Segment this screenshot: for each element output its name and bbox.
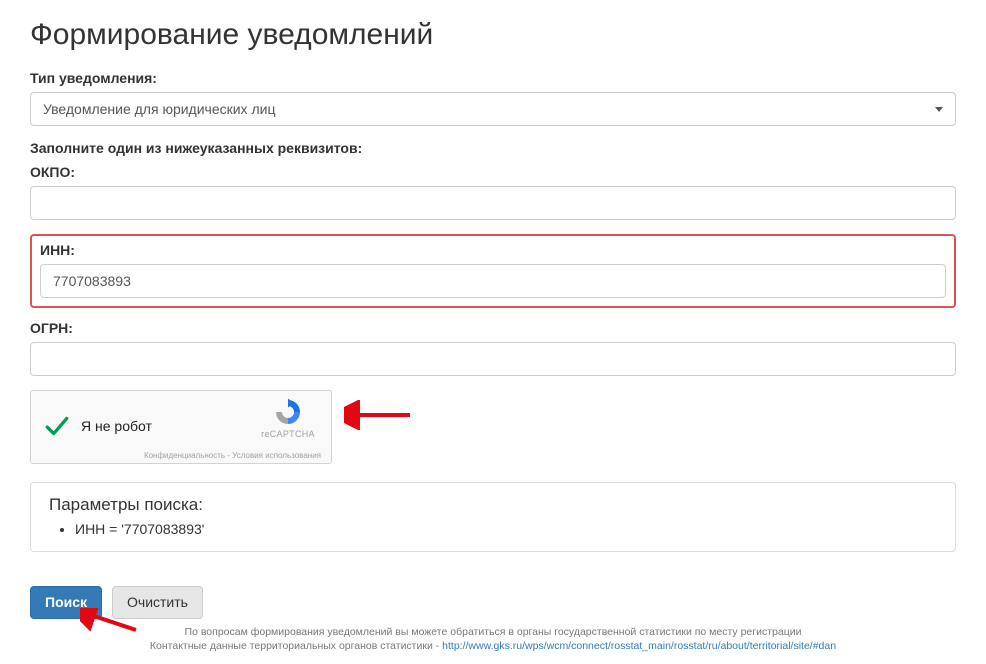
page-title: Формирование уведомлений xyxy=(30,18,956,52)
footer-line1: По вопросам формирования уведомлений вы … xyxy=(30,625,956,640)
inn-highlight: ИНН: xyxy=(30,234,956,308)
recaptcha-brand: reCAPTCHA xyxy=(255,429,321,439)
footer-link[interactable]: http://www.gks.ru/wps/wcm/connect/rossta… xyxy=(442,640,836,652)
okpo-input[interactable] xyxy=(30,186,956,220)
footer-line2a: Контактные данные территориальных органо… xyxy=(150,640,442,652)
type-select[interactable]: Уведомление для юридических лиц xyxy=(30,92,956,126)
ogrn-group: ОГРН: xyxy=(30,320,956,376)
type-label: Тип уведомления: xyxy=(30,70,956,86)
recaptcha-widget[interactable]: Я не робот reCAPTCHA Конфиденциальность … xyxy=(30,390,332,464)
arrow-annotation-icon xyxy=(344,400,414,430)
chevron-down-icon xyxy=(935,107,943,112)
inn-label: ИНН: xyxy=(40,242,946,258)
panel-title: Параметры поиска: xyxy=(49,495,937,515)
panel-item: ИНН = '7707083893' xyxy=(75,521,937,537)
ogrn-label: ОГРН: xyxy=(30,320,956,336)
type-value: Уведомление для юридических лиц xyxy=(43,101,275,117)
recaptcha-logo-area: reCAPTCHA xyxy=(255,397,321,439)
okpo-label: ОКПО: xyxy=(30,164,956,180)
instruction-text: Заполните один из нижеуказанных реквизит… xyxy=(30,140,956,156)
type-group: Тип уведомления: Уведомление для юридиче… xyxy=(30,70,956,126)
search-button[interactable]: Поиск xyxy=(30,586,102,619)
recaptcha-icon xyxy=(273,397,303,427)
search-params-panel: Параметры поиска: ИНН = '7707083893' xyxy=(30,482,956,552)
checkmark-icon xyxy=(43,412,71,440)
inn-input[interactable] xyxy=(40,264,946,298)
clear-button[interactable]: Очистить xyxy=(112,586,203,619)
recaptcha-footer: Конфиденциальность - Условия использован… xyxy=(144,451,321,460)
okpo-group: ОКПО: xyxy=(30,164,956,220)
ogrn-input[interactable] xyxy=(30,342,956,376)
recaptcha-label: Я не робот xyxy=(81,418,152,434)
footer-text: По вопросам формирования уведомлений вы … xyxy=(30,625,956,654)
button-row: Поиск Очистить xyxy=(30,586,956,619)
